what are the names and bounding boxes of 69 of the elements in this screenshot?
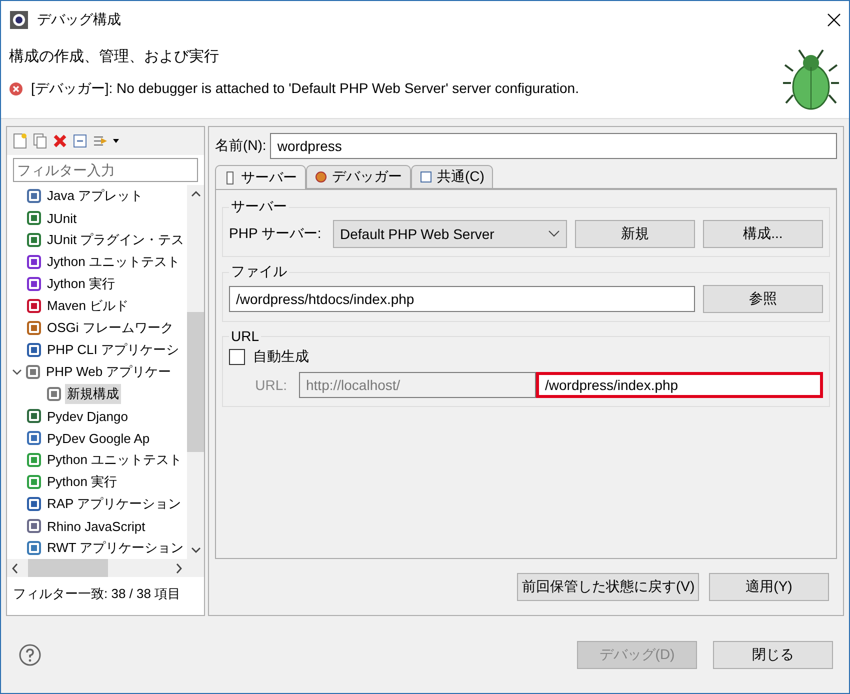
group-title: URL <box>230 328 260 344</box>
scrollbar-thumb[interactable] <box>187 312 204 452</box>
tree-item[interactable]: Maven ビルド <box>45 296 131 316</box>
help-icon[interactable] <box>19 644 41 666</box>
filter-icon[interactable] <box>93 134 121 148</box>
window-title: デバッグ構成 <box>37 11 122 29</box>
tab[interactable]: 共通(C) <box>411 165 494 189</box>
tab[interactable]: デバッガー <box>306 165 411 189</box>
launch-type-icon <box>27 497 41 511</box>
new-file-icon[interactable] <box>13 133 27 149</box>
launch-type-icon <box>27 189 41 203</box>
tree-item[interactable]: Jython 実行 <box>45 274 117 294</box>
tree-item[interactable]: Python ユニットテスト <box>45 450 184 470</box>
launch-type-icon <box>27 211 41 225</box>
tab[interactable]: サーバー <box>215 165 306 189</box>
browse-button[interactable]: 参照 <box>703 285 823 313</box>
file-field[interactable]: /wordpress/htdocs/index.php <box>229 286 695 312</box>
filter-field[interactable]: フィルター入力 <box>13 158 198 182</box>
group-title: ファイル <box>230 263 288 281</box>
launch-type-icon <box>27 431 41 445</box>
collapse-all-icon[interactable] <box>73 134 87 148</box>
tree-item[interactable]: RWT アプリケーション <box>45 538 186 558</box>
tree-item[interactable]: Pydev Django <box>45 408 130 424</box>
server-dropdown[interactable]: Default PHP Web Server <box>333 220 567 248</box>
copy-icon[interactable] <box>33 133 47 149</box>
revert-button[interactable]: 前回保管した状態に戻す(V) <box>517 573 699 601</box>
server-button[interactable]: 構成... <box>703 220 823 248</box>
url-label: URL: <box>254 377 288 393</box>
tree-item[interactable]: PHP Web アプリケー <box>44 362 174 382</box>
tree-item[interactable]: Java アプレット <box>45 186 146 206</box>
tree-item[interactable]: RAP アプリケーション <box>45 494 184 514</box>
header-title: 構成の作成、管理、および実行 <box>9 47 220 66</box>
tree-item[interactable]: JUnit プラグイン・テス <box>45 230 186 250</box>
scrollbar-thumb[interactable] <box>28 559 108 577</box>
launch-type-icon <box>27 519 41 533</box>
launch-type-icon <box>47 387 61 401</box>
filter-status: フィルター一致: 38 / 38 項目 <box>12 585 182 603</box>
name-field[interactable]: wordpress <box>270 133 837 159</box>
launch-type-icon <box>27 321 41 335</box>
close-button[interactable]: 閉じる <box>713 640 833 668</box>
tree-item[interactable]: OSGi フレームワーク <box>45 318 176 338</box>
launch-type-icon <box>27 299 41 313</box>
launch-type-icon <box>26 365 40 379</box>
tree-item[interactable]: PyDev Google Ap <box>45 430 152 446</box>
error-icon <box>9 82 23 96</box>
chevron-down-icon <box>548 230 560 238</box>
launch-type-icon <box>27 475 41 489</box>
launch-type-icon <box>27 409 41 423</box>
launch-type-icon <box>27 255 41 269</box>
apply-button[interactable]: 適用(Y) <box>709 573 829 601</box>
launch-type-icon <box>27 233 41 247</box>
auto-generate-label: 自動生成 <box>253 348 309 366</box>
close-icon[interactable] <box>827 13 841 27</box>
launch-type-icon <box>27 541 41 555</box>
group-title: サーバー <box>230 198 288 216</box>
tree-item[interactable]: 新規構成 <box>65 384 121 404</box>
tree-item[interactable]: Rhino JavaScript <box>45 518 148 534</box>
name-label: 名前(N): <box>215 137 266 155</box>
tree-item[interactable]: Jython ユニットテスト <box>45 252 182 272</box>
tree-item[interactable]: PHP CLI アプリケーシ <box>45 340 181 360</box>
tree-item[interactable]: JUnit <box>45 210 79 226</box>
delete-icon[interactable] <box>53 134 67 148</box>
launch-type-icon <box>27 277 41 291</box>
launch-type-icon <box>27 343 41 357</box>
error-message: [デバッガー]: No debugger is attached to 'Default PHP Web Server' server configuration. <box>31 80 579 98</box>
server-label: PHP サーバー: <box>229 225 322 243</box>
launch-type-icon <box>27 453 41 467</box>
tree-item[interactable]: Python 実行 <box>45 472 120 492</box>
server-button[interactable]: 新規 <box>575 220 695 248</box>
